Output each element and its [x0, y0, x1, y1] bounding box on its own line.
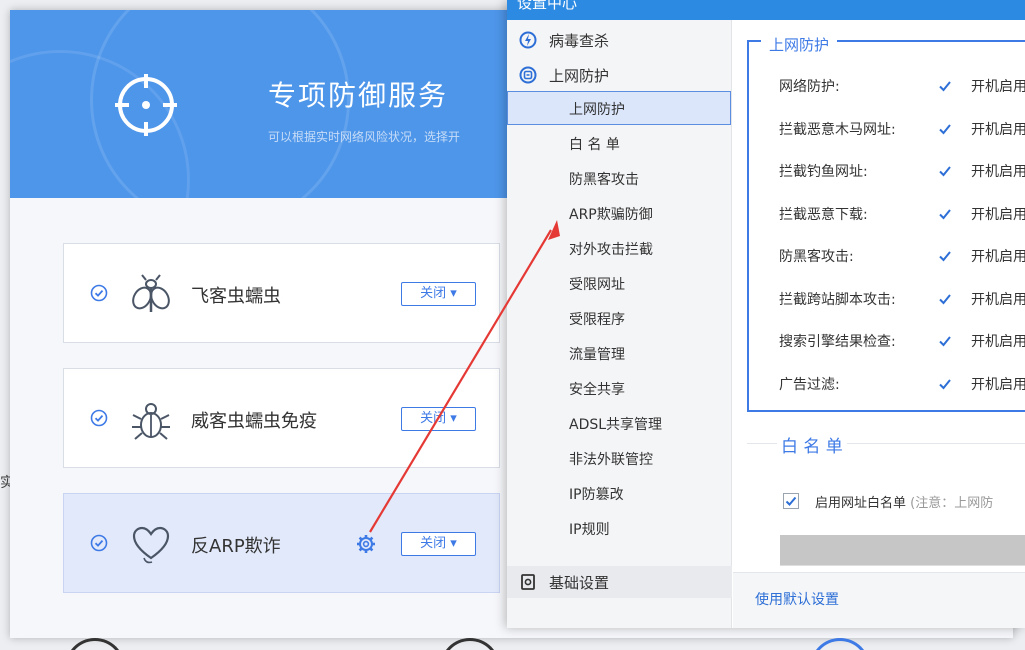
checkbox-checked[interactable] — [937, 121, 953, 137]
nav-sub-ip-rules[interactable]: IP规则 — [507, 511, 731, 545]
nav-label: 病毒查杀 — [549, 32, 610, 50]
nav-sub-label: 上网防护 — [569, 102, 625, 118]
whitelist-note: (注意：上网防 — [910, 496, 994, 511]
target-icon — [115, 74, 177, 136]
whitelist-label: 启用网址白名单 (注意：上网防 — [815, 492, 993, 511]
nav-item-basic[interactable]: 基础设置 — [507, 566, 732, 598]
nav-sub-label: 流量管理 — [569, 347, 625, 363]
nav-sub-label: ADSL共享管理 — [569, 417, 663, 433]
group-legend: 上网防护 — [761, 34, 838, 55]
mode-dropdown[interactable]: 关闭 ▾ — [401, 407, 476, 431]
row-option: 开机启用 — [971, 207, 1025, 223]
whitelist-checkbox[interactable] — [783, 493, 799, 509]
virus-scan-icon — [519, 31, 537, 49]
page-subtitle: 可以根据实时网络风险状况，选择开 — [268, 130, 461, 144]
check-circle-icon — [90, 534, 108, 552]
row-label: 防黑客攻击: — [779, 249, 854, 265]
nav-sub-label: 受限网址 — [569, 277, 625, 293]
checkbox-checked[interactable] — [937, 78, 953, 94]
check-circle-icon — [90, 284, 108, 302]
nav-sub-ip-tamper[interactable]: IP防篡改 — [507, 476, 731, 510]
row-label: 拦截钓鱼网址: — [779, 164, 868, 180]
checkbox-checked[interactable] — [937, 376, 953, 392]
whitelist-table-header — [780, 535, 1025, 569]
checkbox-checked[interactable] — [937, 248, 953, 264]
nav-sub-traffic[interactable]: 流量管理 — [507, 336, 731, 370]
row-label: 拦截跨站脚本攻击: — [779, 292, 896, 308]
row-label: 搜索引擎结果检查: — [779, 334, 896, 350]
dialog-title: 设置中心 — [517, 0, 578, 12]
defense-card-fake-worm[interactable]: 飞客虫蠕虫 关闭 ▾ — [63, 243, 500, 343]
nav-sub-label: 非法外联管控 — [569, 452, 653, 468]
row-option: 开机启用 — [971, 292, 1025, 308]
row-option: 开机启用 — [971, 334, 1025, 350]
whitelist-legend: 白 名 单 — [777, 432, 847, 457]
shield-icon[interactable] — [440, 638, 500, 650]
row-option: 开机启用 — [971, 79, 1025, 95]
nav-sub-illegal-connect[interactable]: 非法外联管控 — [507, 441, 731, 475]
nav-sub-label: ARP欺骗防御 — [569, 207, 653, 223]
nav-sub-label: 防黑客攻击 — [569, 172, 639, 188]
nav-sub-adsl[interactable]: ADSL共享管理 — [507, 406, 731, 440]
use-default-settings-link[interactable]: 使用默认设置 — [755, 589, 839, 609]
row-option: 开机启用 — [971, 249, 1025, 265]
nav-label: 基础设置 — [549, 574, 610, 592]
nav-sub-outbound-attack[interactable]: 对外攻击拦截 — [507, 231, 731, 265]
row-label: 网络防护: — [779, 79, 840, 95]
nav-item-web[interactable]: 上网防护 — [507, 59, 732, 91]
nav-label: 上网防护 — [549, 67, 610, 85]
nav-sub-share[interactable]: 安全共享 — [507, 371, 731, 405]
row-label: 广告过滤: — [779, 377, 840, 393]
row-label: 拦截恶意下载: — [779, 207, 868, 223]
nav-sub-restricted-url[interactable]: 受限网址 — [507, 266, 731, 300]
nav-sub-whitelist[interactable]: 白 名 单 — [507, 126, 731, 160]
page-title: 专项防御服务 — [268, 79, 449, 112]
nav-sub-restricted-program[interactable]: 受限程序 — [507, 301, 731, 335]
row-label: 拦截恶意木马网址: — [779, 122, 896, 138]
nav-sub-label: 白 名 单 — [569, 137, 620, 153]
checkbox-checked[interactable] — [937, 333, 953, 349]
card-name: 反ARP欺诈 — [191, 536, 281, 557]
nav-sub-label: IP防篡改 — [569, 487, 624, 503]
shield-icon[interactable] — [810, 638, 870, 650]
row-option: 开机启用 — [971, 377, 1025, 393]
worm-icon — [132, 274, 170, 312]
dialog-footer: 使用默认设置 — [733, 572, 1025, 628]
row-option: 开机启用 — [971, 122, 1025, 138]
checkbox-checked[interactable] — [937, 291, 953, 307]
nav-sub-arp[interactable]: ARP欺骗防御 — [507, 196, 731, 230]
nav-sub-web[interactable]: 上网防护 — [507, 91, 731, 125]
heart-icon — [132, 526, 170, 564]
nav-sub-anti-hacker[interactable]: 防黑客攻击 — [507, 161, 731, 195]
check-circle-icon — [90, 409, 108, 427]
settings-doc-icon — [521, 574, 535, 590]
gear-icon[interactable] — [356, 534, 376, 554]
defense-card-worm-immunity[interactable]: 威客虫蠕虫免疫 关闭 ▾ — [63, 368, 500, 468]
web-protect-icon — [519, 66, 537, 84]
checkbox-checked[interactable] — [937, 206, 953, 222]
nav-sub-label: 受限程序 — [569, 312, 625, 328]
settings-nav: 病毒查杀 上网防护 上网防护 白 名 单 防黑客攻击 ARP欺骗防御 对外攻击拦… — [507, 20, 732, 628]
nav-item-virus[interactable]: 病毒查杀 — [507, 24, 732, 56]
mode-dropdown[interactable]: 关闭 ▾ — [401, 532, 476, 556]
nav-sub-label: IP规则 — [569, 522, 610, 538]
row-option: 开机启用 — [971, 164, 1025, 180]
settings-dialog: 设置中心 病毒查杀 上网防护 上网防护 白 名 单 防黑客攻击 ARP欺骗防御 … — [507, 0, 1025, 628]
checkbox-checked[interactable] — [937, 163, 953, 179]
nav-sub-label: 对外攻击拦截 — [569, 242, 653, 258]
dialog-titlebar[interactable]: 设置中心 — [507, 0, 1025, 20]
defense-card-anti-arp[interactable]: 反ARP欺诈 关闭 ▾ — [63, 493, 500, 593]
whitelist-label-text: 启用网址白名单 — [815, 496, 907, 511]
mode-dropdown[interactable]: 关闭 ▾ — [401, 282, 476, 306]
shield-icon[interactable] — [65, 638, 125, 650]
settings-content: 上网防护 网络防护: 开机启用 拦截恶意木马网址: 开机启用 拦截钓鱼网址: 开… — [733, 20, 1025, 628]
card-name: 飞客虫蠕虫 — [191, 286, 281, 307]
nav-sub-label: 安全共享 — [569, 382, 625, 398]
card-name: 威客虫蠕虫免疫 — [191, 411, 317, 432]
bug-icon — [132, 403, 170, 440]
